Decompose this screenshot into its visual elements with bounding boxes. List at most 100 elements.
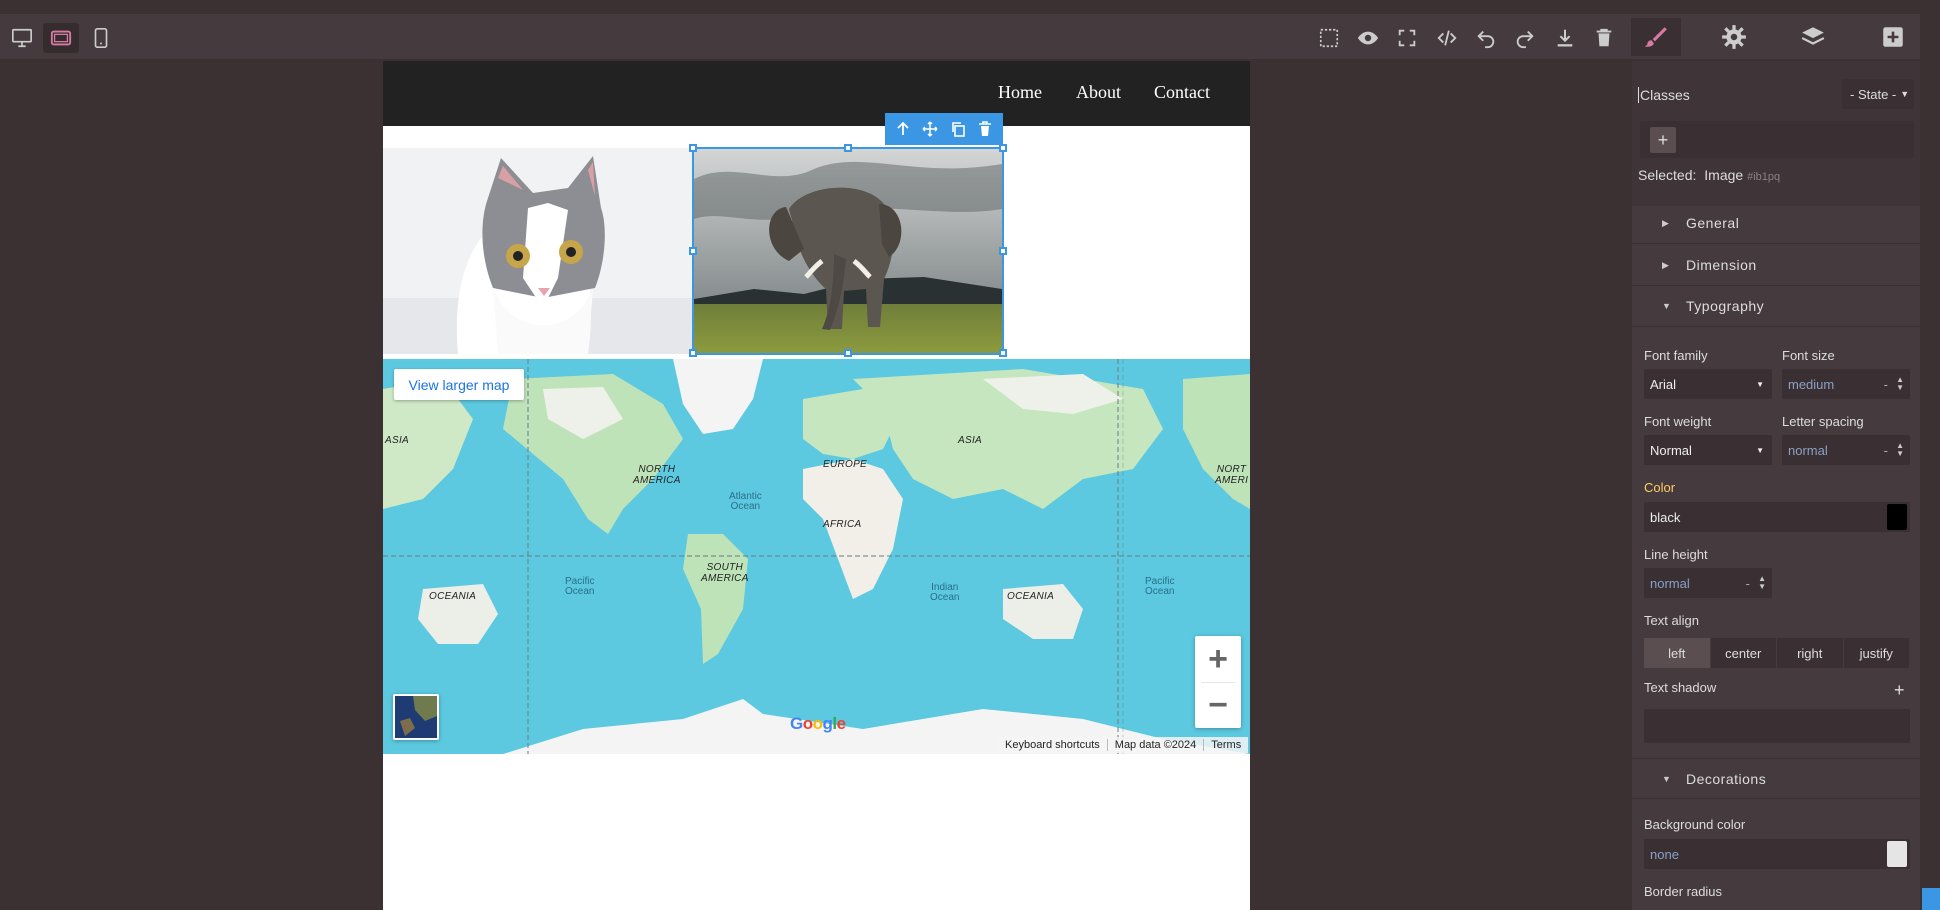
- sector-dimension[interactable]: ▶ Dimension: [1632, 245, 1920, 286]
- blocks-icon[interactable]: [1868, 18, 1918, 56]
- selection-toolbar: [885, 113, 1003, 145]
- resize-handle-bl[interactable]: [689, 349, 697, 357]
- settings-icon[interactable]: [1709, 18, 1759, 56]
- canvas-frame: Home About Contact ASIA NORTH AMERICA EU…: [383, 61, 1250, 910]
- nav-link-about[interactable]: About: [1076, 82, 1121, 103]
- chevron-down-icon: ▼: [1900, 89, 1910, 99]
- redo-icon[interactable]: [1510, 23, 1540, 53]
- resize-handle-b[interactable]: [844, 349, 852, 357]
- font-size-input[interactable]: medium - ▲ ▼: [1782, 369, 1910, 399]
- zoom-out-button[interactable]: −: [1195, 682, 1241, 728]
- align-left-option[interactable]: left: [1644, 638, 1711, 668]
- zoom-in-button[interactable]: +: [1195, 636, 1241, 682]
- google-map-embed[interactable]: ASIA NORTH AMERICA EUROPE ASIA NORT AMER…: [383, 359, 1250, 754]
- import-icon[interactable]: [1550, 23, 1580, 53]
- sw-visibility-icon[interactable]: [1314, 23, 1344, 53]
- map-zoom-control: + −: [1195, 636, 1241, 728]
- clone-icon[interactable]: [947, 118, 969, 140]
- resize-handle-br[interactable]: [999, 349, 1007, 357]
- undo-icon[interactable]: [1471, 23, 1501, 53]
- terms-link[interactable]: Terms: [1204, 739, 1248, 751]
- add-class-button[interactable]: +: [1650, 127, 1676, 153]
- background-color-swatch[interactable]: [1887, 841, 1907, 867]
- mobile-icon[interactable]: [83, 23, 119, 53]
- chevron-down-icon: ▼: [1756, 445, 1764, 455]
- font-family-select[interactable]: Arial ▼: [1644, 369, 1772, 399]
- map-label-pacific-right: Pacific Ocean: [1145, 576, 1175, 597]
- trash-icon[interactable]: [1589, 23, 1619, 53]
- line-height-input[interactable]: normal - ▲ ▼: [1644, 568, 1772, 598]
- text-shadow-label: Text shadow: [1644, 680, 1717, 695]
- stepper-icon[interactable]: ▲ ▼: [1758, 575, 1766, 591]
- cat-image[interactable]: [383, 148, 693, 354]
- map-label-atlantic: Atlantic Ocean: [729, 491, 762, 512]
- window-top-strip: [0, 0, 1940, 14]
- map-label-asia-left: ASIA: [385, 435, 409, 446]
- resize-handle-r[interactable]: [999, 247, 1007, 255]
- map-label-north-america: NORTH AMERICA: [633, 464, 681, 486]
- background-color-label: Background color: [1644, 817, 1746, 832]
- font-weight-select[interactable]: Normal ▼: [1644, 435, 1772, 465]
- color-swatch[interactable]: [1887, 504, 1907, 530]
- stepper-icon[interactable]: ▲ ▼: [1896, 376, 1904, 392]
- caret-right-icon: ▶: [1662, 217, 1670, 228]
- state-select[interactable]: - State - ▼: [1842, 79, 1914, 109]
- sector-decorations[interactable]: ▼ Decorations: [1632, 758, 1920, 799]
- delete-icon[interactable]: [974, 118, 996, 140]
- tablet-icon[interactable]: [43, 23, 79, 53]
- fullscreen-icon[interactable]: [1392, 23, 1422, 53]
- align-justify-option[interactable]: justify: [1843, 638, 1910, 668]
- sector-typography[interactable]: ▼ Typography: [1632, 286, 1920, 327]
- nav-link-home[interactable]: Home: [998, 82, 1042, 103]
- editor-canvas: Home About Contact ASIA NORTH AMERICA EU…: [0, 61, 1632, 910]
- map-label-north-right: NORT AMERI: [1215, 464, 1249, 486]
- font-weight-value: Normal: [1650, 442, 1692, 458]
- elephant-image[interactable]: [692, 147, 1004, 355]
- layer-manager-icon[interactable]: [1788, 18, 1838, 56]
- satellite-toggle[interactable]: [393, 694, 439, 740]
- letter-spacing-input[interactable]: normal - ▲ ▼: [1782, 435, 1910, 465]
- border-radius-label: Border radius: [1644, 884, 1723, 899]
- chevron-down-icon: ▼: [1756, 379, 1764, 389]
- add-text-shadow-icon[interactable]: +: [1894, 680, 1905, 701]
- arrow-up-icon[interactable]: [892, 118, 914, 140]
- view-larger-map-link[interactable]: View larger map: [394, 369, 524, 400]
- letter-spacing-label: Letter spacing: [1782, 414, 1864, 429]
- resize-handle-tr[interactable]: [999, 144, 1007, 152]
- text-shadow-layers: [1644, 709, 1910, 743]
- edge-badge: [1922, 888, 1940, 910]
- map-label-asia: ASIA: [958, 435, 982, 446]
- background-color-input[interactable]: none: [1644, 839, 1910, 869]
- color-label: Color: [1644, 480, 1676, 495]
- align-right-option[interactable]: right: [1777, 638, 1844, 668]
- color-input[interactable]: black: [1644, 502, 1910, 532]
- font-weight-label: Font weight: [1644, 414, 1712, 429]
- desktop-icon[interactable]: [4, 23, 40, 53]
- sector-general[interactable]: ▶ General: [1632, 203, 1920, 244]
- nav-link-contact[interactable]: Contact: [1154, 82, 1210, 103]
- resize-handle-t[interactable]: [844, 144, 852, 152]
- letter-spacing-value: normal: [1788, 442, 1828, 458]
- classes-label: Classes: [1638, 87, 1690, 103]
- code-icon[interactable]: [1432, 23, 1462, 53]
- sector-dimension-label: Dimension: [1686, 257, 1757, 273]
- move-icon[interactable]: [919, 118, 941, 140]
- map-data-text: Map data ©2024: [1108, 739, 1205, 751]
- right-edge-strip: [1920, 0, 1940, 910]
- line-height-unit: -: [1745, 575, 1750, 591]
- selected-label: Selected:: [1638, 167, 1697, 183]
- stepper-icon[interactable]: ▲ ▼: [1896, 442, 1904, 458]
- font-family-value: Arial: [1650, 376, 1677, 392]
- line-height-label: Line height: [1644, 547, 1708, 562]
- resize-handle-l[interactable]: [689, 247, 697, 255]
- align-center-option[interactable]: center: [1710, 638, 1777, 668]
- style-manager-icon[interactable]: [1631, 18, 1681, 56]
- keyboard-shortcuts-link[interactable]: Keyboard shortcuts: [998, 739, 1108, 751]
- resize-handle-tl[interactable]: [689, 144, 697, 152]
- font-size-label: Font size: [1782, 348, 1835, 363]
- sector-general-label: General: [1686, 215, 1740, 231]
- map-label-pacific-left: Pacific Ocean: [565, 576, 595, 597]
- letter-spacing-unit: -: [1883, 442, 1888, 458]
- text-align-radio: left center right justify: [1644, 638, 1910, 668]
- preview-icon[interactable]: [1353, 23, 1383, 53]
